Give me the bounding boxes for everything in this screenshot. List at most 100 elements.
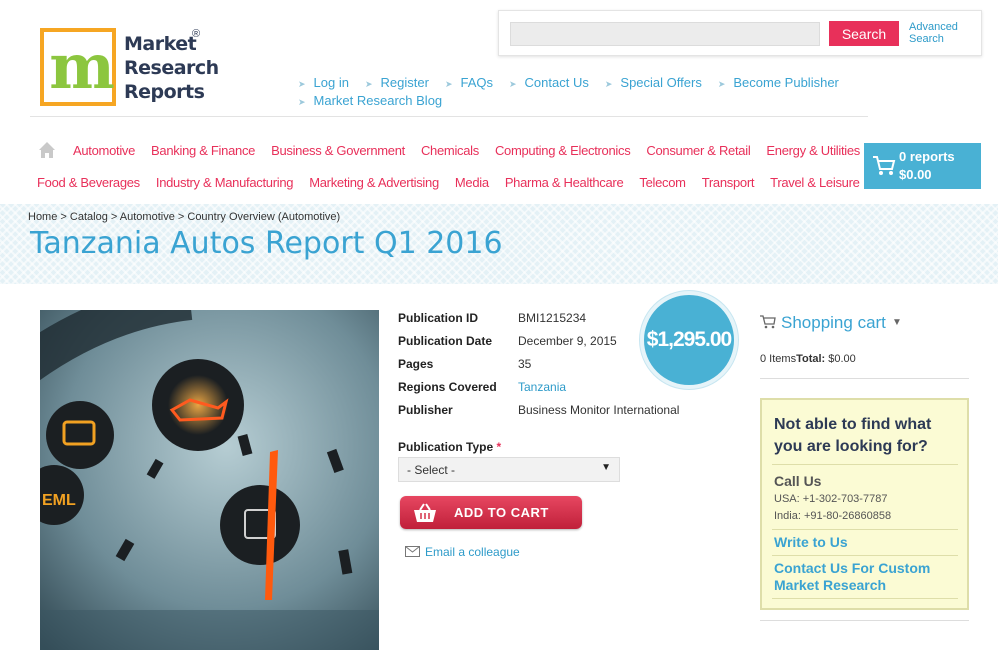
category-marketing-advertising[interactable]: Marketing & Advertising: [309, 175, 439, 190]
basket-icon: [414, 503, 436, 522]
breadcrumb-automotive[interactable]: Automotive: [120, 211, 175, 223]
add-to-cart-label: ADD TO CART: [454, 505, 549, 520]
breadcrumb-current[interactable]: Country Overview (Automotive): [187, 211, 340, 223]
nav-login[interactable]: ➤ Log in: [298, 75, 349, 90]
category-pharma-healthcare[interactable]: Pharma & Healthcare: [505, 175, 624, 190]
nav-special-offers-label: Special Offers: [620, 75, 702, 90]
cart-total-value: $0.00: [828, 353, 856, 365]
advanced-search-link[interactable]: Advanced Search: [909, 21, 969, 45]
required-marker: *: [496, 440, 502, 454]
breadcrumb-separator: >: [60, 211, 67, 223]
category-industry-manufacturing[interactable]: Industry & Manufacturing: [156, 175, 294, 190]
top-nav: ➤ Log in ➤ Register ➤ FAQs ➤ Contact Us ➤ Special…: [298, 74, 998, 108]
category-computing-electronics[interactable]: Computing & Electronics: [495, 143, 631, 158]
header-divider: [30, 116, 868, 117]
page-title: Tanzania Autos Report Q1 2016: [30, 226, 503, 261]
help-divider: [772, 555, 958, 556]
price-badge: $1,295.00: [640, 291, 738, 389]
category-telecom[interactable]: Telecom: [639, 175, 686, 190]
cart-total-label: Total:: [796, 353, 826, 365]
cart-total: $0.00: [899, 167, 932, 182]
header-cart-button[interactable]: 0 reports $0.00: [864, 143, 981, 189]
category-consumer-retail[interactable]: Consumer & Retail: [646, 143, 750, 158]
detail-label: Regions Covered: [398, 380, 497, 394]
shopping-cart-title[interactable]: Shopping cart: [781, 313, 886, 333]
write-to-us-link[interactable]: Write to Us: [774, 534, 848, 550]
category-energy-utilities[interactable]: Energy & Utilities: [766, 143, 860, 158]
help-divider: [772, 464, 958, 465]
logo-line-2: Research: [124, 57, 219, 79]
sidebar-divider: [760, 620, 969, 621]
category-automotive[interactable]: Automotive: [73, 143, 135, 158]
sidebar-divider: [760, 378, 969, 379]
category-food-beverages[interactable]: Food & Beverages: [37, 175, 140, 190]
detail-label: Publication Date: [398, 334, 493, 348]
publication-type-label-text: Publication Type: [398, 440, 494, 454]
svg-text:EML: EML: [42, 492, 76, 509]
arrow-right-icon: ➤: [717, 79, 726, 89]
breadcrumb-catalog[interactable]: Catalog: [70, 211, 108, 223]
registered-mark: ®: [192, 28, 201, 40]
cart-icon: [760, 315, 776, 329]
publication-type-select[interactable]: - Select - ▼: [398, 457, 620, 482]
site-logo[interactable]: m Market Research Reports ®: [40, 28, 220, 108]
nav-become-publisher-label: Become Publisher: [733, 75, 839, 90]
help-divider: [772, 598, 958, 599]
cart-items: 0 Items: [760, 353, 797, 365]
detail-label: Publication ID: [398, 311, 479, 325]
arrow-right-icon: ➤: [604, 79, 613, 89]
detail-value: December 9, 2015: [518, 334, 617, 348]
logo-wordmark: Market Research Reports: [124, 32, 219, 104]
breadcrumb-separator: >: [177, 211, 185, 223]
arrow-right-icon: ➤: [509, 79, 517, 89]
category-business-government[interactable]: Business & Government: [271, 143, 405, 158]
breadcrumb: Home > Catalog > Automotive > Country Ov…: [28, 211, 340, 223]
breadcrumb-separator: >: [110, 211, 118, 223]
shopping-cart-summary: 0 ItemsTotal: $0.00: [760, 353, 856, 365]
logo-line-1: Market: [124, 33, 197, 55]
category-media[interactable]: Media: [455, 175, 489, 190]
help-box: Not able to find what you are looking fo…: [760, 398, 969, 610]
category-banking-finance[interactable]: Banking & Finance: [151, 143, 255, 158]
publication-type-label: Publication Type *: [398, 440, 501, 454]
category-chemicals[interactable]: Chemicals: [421, 143, 479, 158]
detail-value: 35: [518, 357, 532, 371]
search-button[interactable]: Search: [829, 21, 899, 46]
home-icon[interactable]: [38, 141, 56, 159]
nav-become-publisher[interactable]: ➤ Become Publisher: [718, 75, 839, 90]
arrow-right-icon: ➤: [298, 97, 306, 107]
arrow-right-icon: ➤: [444, 79, 453, 89]
nav-market-research-blog[interactable]: ➤ Market Research Blog: [298, 93, 442, 108]
help-divider: [772, 529, 958, 530]
category-nav-row-1: Automotive Banking & Finance Business & Go…: [73, 143, 860, 158]
breadcrumb-home[interactable]: Home: [28, 211, 57, 223]
search-panel: Search Advanced Search: [498, 10, 982, 56]
arrow-right-icon: ➤: [364, 79, 373, 89]
email-colleague-link[interactable]: Email a colleague: [425, 545, 520, 559]
caret-down-icon[interactable]: ▼: [892, 317, 902, 328]
nav-faqs[interactable]: ➤ FAQs: [445, 75, 493, 90]
call-us-heading: Call Us: [774, 473, 822, 489]
advanced-search-line-2: Search: [909, 33, 944, 45]
detail-value: Business Monitor International: [518, 403, 680, 417]
nav-register[interactable]: ➤ Register: [365, 75, 429, 90]
logo-mark: m: [40, 28, 116, 106]
nav-special-offers[interactable]: ➤ Special Offers: [605, 75, 702, 90]
nav-faqs-label: FAQs: [460, 75, 493, 90]
category-nav-row-2: Food & Beverages Industry & Manufacturing…: [37, 175, 860, 190]
nav-contact-us[interactable]: ➤ Contact Us: [509, 75, 589, 90]
search-input[interactable]: [510, 22, 820, 46]
logo-line-3: Reports: [124, 81, 205, 103]
region-link[interactable]: Tanzania: [518, 380, 566, 394]
category-travel-leisure[interactable]: Travel & Leisure: [770, 175, 860, 190]
help-title: Not able to find what you are looking fo…: [774, 416, 932, 455]
advanced-search-line-1: Advanced: [909, 21, 958, 33]
envelope-icon: [405, 546, 420, 557]
category-transport[interactable]: Transport: [702, 175, 755, 190]
detail-label: Publisher: [398, 403, 453, 417]
contact-custom-research-link[interactable]: Contact Us For Custom Market Research: [774, 560, 960, 594]
add-to-cart-button[interactable]: ADD TO CART: [400, 496, 582, 529]
phone-usa: USA: +1-302-703-7787: [774, 493, 888, 505]
product-image: EML: [40, 310, 379, 650]
nav-register-label: Register: [380, 75, 429, 90]
